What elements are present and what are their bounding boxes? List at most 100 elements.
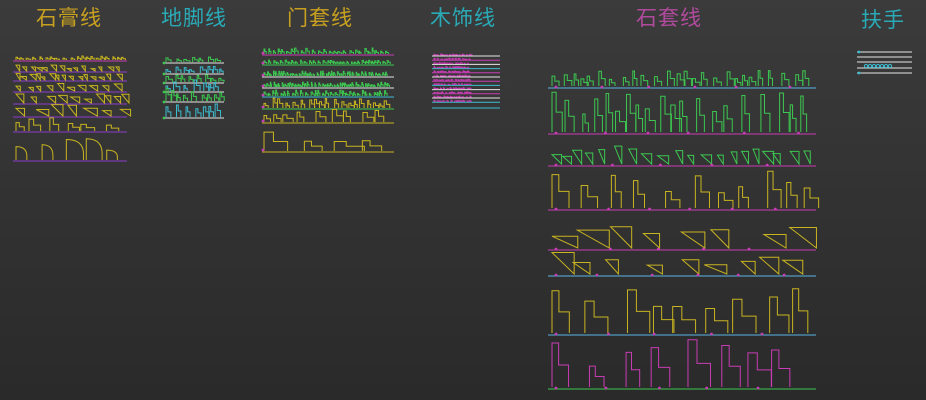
molding-profile xyxy=(436,83,439,85)
molding-profile xyxy=(442,53,445,56)
molding-profile xyxy=(312,60,317,64)
cad-drawing-canvas[interactable] xyxy=(0,0,926,400)
marker-dot xyxy=(607,207,610,211)
molding-profile xyxy=(165,57,172,62)
molding-profile xyxy=(49,56,55,60)
molding-profile xyxy=(604,259,619,276)
molding-profile xyxy=(760,94,771,132)
molding-profile xyxy=(76,84,87,92)
molding-profile xyxy=(106,149,118,160)
molding-profile xyxy=(632,180,646,208)
molding-profile xyxy=(314,98,321,108)
molding-profile xyxy=(460,100,463,102)
molding-profile xyxy=(433,57,437,60)
marker-dot xyxy=(646,131,650,135)
marker-dot xyxy=(162,81,166,85)
molding-profile xyxy=(709,229,730,250)
molding-profile xyxy=(445,58,449,60)
molding-profile xyxy=(654,76,663,86)
molding-profile xyxy=(650,347,671,387)
marker-dot xyxy=(162,90,166,94)
molding-profile xyxy=(342,90,346,96)
molding-profile xyxy=(786,181,798,208)
title-wood-trim: 木饰线 xyxy=(430,6,496,30)
molding-profile xyxy=(219,92,225,101)
molding-profile xyxy=(19,57,25,60)
molding-profile xyxy=(642,233,661,250)
molding-profile xyxy=(263,131,289,151)
molding-profile xyxy=(771,349,791,387)
molding-profile xyxy=(291,82,295,87)
molding-profile xyxy=(704,264,728,275)
molding-profile xyxy=(374,60,378,64)
marker-dot xyxy=(554,207,558,211)
molding-profile xyxy=(383,100,391,108)
molding-profile xyxy=(757,70,764,86)
molding-profile xyxy=(280,92,284,96)
molding-profile xyxy=(582,113,589,132)
molding-profile xyxy=(597,149,606,165)
molding-profile xyxy=(370,84,374,87)
marker-dot xyxy=(261,148,265,152)
marker-dot xyxy=(705,386,709,390)
molding-profile xyxy=(295,73,298,76)
molding-profile xyxy=(632,70,638,86)
molding-profile xyxy=(738,186,749,208)
molding-profile xyxy=(665,191,681,208)
molding-profile xyxy=(305,47,310,54)
molding-profile xyxy=(550,252,575,276)
molding-profile xyxy=(105,124,120,131)
molding-profile xyxy=(180,75,186,82)
molding-profile xyxy=(440,62,444,64)
molding-profile xyxy=(66,104,77,118)
molding-profile xyxy=(207,56,215,62)
molding-profile xyxy=(625,351,641,387)
molding-profile xyxy=(365,60,369,64)
molding-profile xyxy=(294,83,298,87)
molding-profile xyxy=(319,101,326,108)
molding-profile xyxy=(112,56,117,60)
marker-dot xyxy=(736,273,740,277)
marker-dot xyxy=(650,273,654,277)
molding-profile xyxy=(70,57,76,60)
molding-profile xyxy=(353,91,356,96)
molding-profile xyxy=(300,59,303,64)
molding-profile xyxy=(334,92,339,96)
marker-dot xyxy=(710,163,714,167)
molding-profile xyxy=(571,262,591,275)
molding-profile xyxy=(72,67,79,73)
molding-profile xyxy=(789,104,797,132)
molding-profile xyxy=(212,65,219,73)
molding-profile xyxy=(273,114,282,122)
marker-dot xyxy=(554,85,558,89)
molding-profile xyxy=(309,60,313,64)
molding-profile xyxy=(183,84,188,91)
molding-profile xyxy=(436,57,440,60)
molding-profile xyxy=(446,95,450,98)
molding-profile xyxy=(789,150,800,166)
molding-profile xyxy=(608,78,616,86)
molding-profile xyxy=(268,48,272,54)
molding-profile xyxy=(298,73,302,76)
title-door-casing: 门套线 xyxy=(287,6,353,30)
marker-dot xyxy=(162,72,166,76)
marker-dot xyxy=(604,131,607,135)
molding-profile xyxy=(469,83,472,85)
molding-profile xyxy=(458,66,461,69)
molding-profile xyxy=(686,154,695,166)
molding-profile xyxy=(448,62,452,64)
molding-profile xyxy=(468,100,472,102)
molding-profile xyxy=(365,83,368,87)
marker-dot xyxy=(696,273,700,277)
round-profile xyxy=(879,63,885,69)
molding-profile xyxy=(466,91,470,94)
molding-profile xyxy=(439,100,443,102)
molding-profile xyxy=(580,184,599,208)
molding-profile xyxy=(379,90,383,96)
molding-profile xyxy=(449,95,454,98)
molding-profile xyxy=(280,49,285,54)
molding-profile xyxy=(97,66,103,73)
molding-profile xyxy=(165,69,171,73)
molding-profile xyxy=(446,87,450,90)
molding-profile xyxy=(302,81,305,87)
